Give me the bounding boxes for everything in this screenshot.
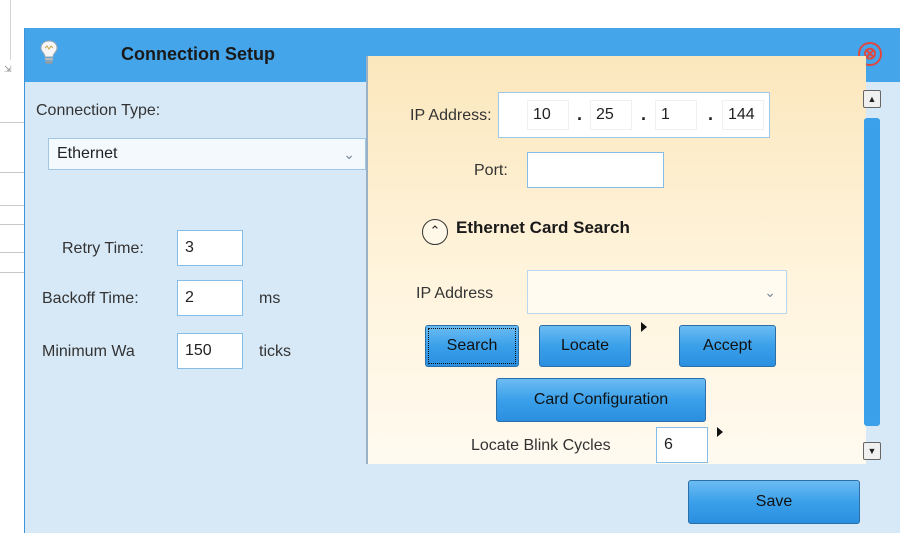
scroll-down-icon[interactable]: ▼ <box>863 442 881 460</box>
accept-button[interactable]: Accept <box>679 325 776 367</box>
minimum-wait-label: Minimum Wa <box>42 343 135 360</box>
dialog-title: Connection Setup <box>121 44 275 64</box>
card-configuration-button[interactable]: Card Configuration <box>496 378 706 422</box>
chevron-down-icon: ⌄ <box>343 146 355 162</box>
minimum-wait-unit-label: ticks <box>259 343 291 360</box>
scrollbar-thumb[interactable] <box>864 118 880 426</box>
connection-type-select[interactable]: Ethernet ⌄ <box>48 138 366 170</box>
ip-octet-4[interactable]: 144 <box>722 100 764 130</box>
chevron-up-icon[interactable]: ⌃ <box>422 219 448 245</box>
chevron-down-icon: ⌄ <box>764 284 776 300</box>
background-divider <box>10 0 11 60</box>
ip-separator: . <box>708 104 714 124</box>
search-ip-address-select[interactable]: ⌄ <box>527 270 787 314</box>
port-field[interactable] <box>527 152 664 188</box>
ip-separator: . <box>641 104 647 124</box>
lightbulb-icon <box>40 40 58 64</box>
backoff-time-label: Backoff Time: <box>42 290 139 307</box>
locate-blink-cycles-label: Locate Blink Cycles <box>471 437 611 454</box>
ip-octet-1[interactable]: 10 <box>527 100 569 130</box>
ip-octet-3[interactable]: 1 <box>655 100 697 130</box>
ip-separator: . <box>577 104 583 124</box>
locate-button[interactable]: Locate <box>539 325 631 367</box>
connection-type-label: Connection Type: <box>36 102 161 119</box>
retry-time-label: Retry Time: <box>62 240 144 257</box>
arrow-right-icon <box>717 427 723 437</box>
save-button[interactable]: Save <box>688 480 860 524</box>
minimum-wait-field[interactable]: 150 <box>177 333 243 369</box>
arrow-right-icon <box>641 322 647 332</box>
backoff-time-field[interactable]: 2 <box>177 280 243 316</box>
ip-address-label: IP Address: <box>410 107 492 124</box>
backoff-unit-label: ms <box>259 290 281 307</box>
ethernet-card-search-header: Ethernet Card Search <box>456 218 630 237</box>
connection-type-value: Ethernet <box>57 145 118 162</box>
search-button[interactable]: Search <box>425 325 519 367</box>
port-label: Port: <box>474 162 508 179</box>
scroll-up-icon[interactable]: ▲ <box>863 90 881 108</box>
search-ip-address-label: IP Address <box>416 285 494 302</box>
ip-octet-2[interactable]: 25 <box>590 100 632 130</box>
retry-time-field[interactable]: 3 <box>177 230 243 266</box>
background-resize-icon: ⇲ <box>4 64 12 74</box>
locate-blink-cycles-field[interactable]: 6 <box>656 427 708 463</box>
